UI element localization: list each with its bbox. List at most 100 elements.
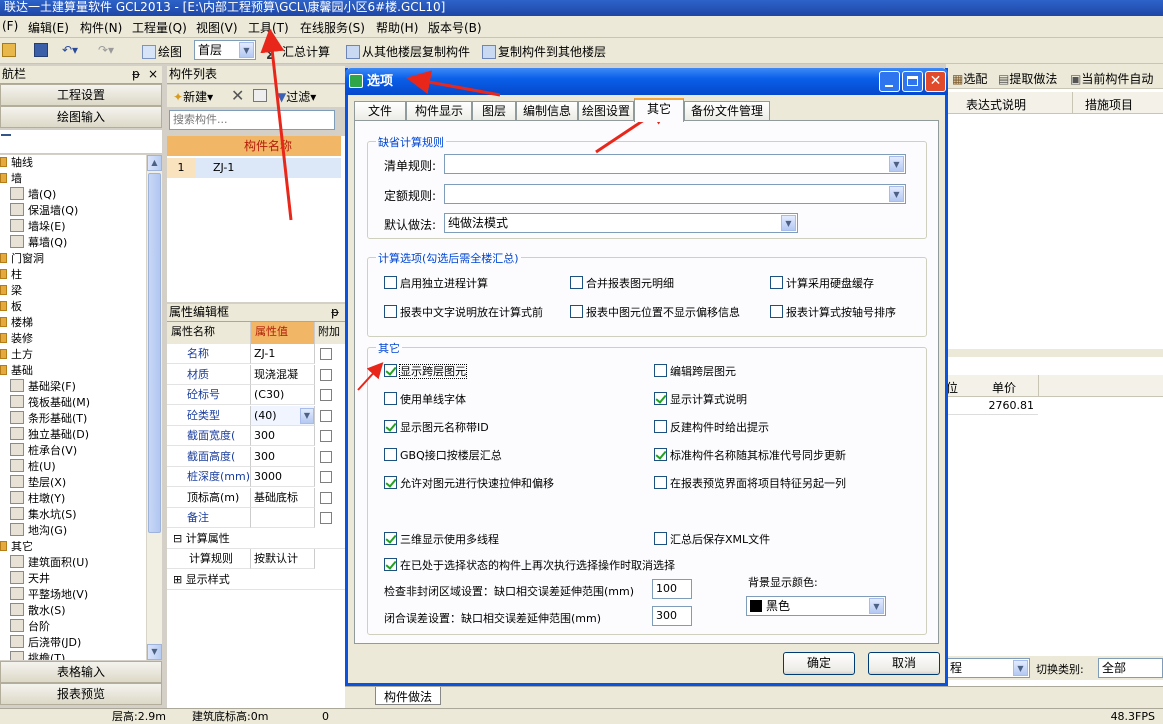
menu-help[interactable]: 帮助(H) — [376, 19, 418, 36]
extra-checkbox[interactable] — [320, 389, 332, 401]
tree-item[interactable]: 垫层(X) — [10, 475, 66, 491]
extra-checkbox[interactable] — [320, 348, 332, 360]
checkbox-checked[interactable] — [384, 420, 397, 433]
option-checkbox[interactable]: 显示图元名称带ID — [384, 420, 489, 435]
tab-component-method[interactable]: 构件做法 — [375, 687, 442, 705]
tree-item[interactable]: 基础梁(F) — [10, 379, 76, 395]
sum-calc-button[interactable]: Σ 汇总计算 — [266, 43, 330, 62]
copy-from-floors-button[interactable]: 从其他楼层复制构件 — [346, 43, 470, 60]
new-component-button[interactable]: ✦新建▾ — [173, 88, 213, 105]
list-rule-select[interactable]: ▼ — [444, 154, 906, 174]
checkbox-unchecked[interactable] — [384, 276, 397, 289]
tree-item[interactable]: 墙(Q) — [10, 187, 56, 203]
checkbox-unchecked[interactable] — [384, 448, 397, 461]
extra-checkbox[interactable] — [320, 450, 332, 463]
tree-item[interactable]: 轴线 — [0, 155, 33, 171]
extra-checkbox[interactable] — [320, 409, 332, 422]
checkbox-unchecked[interactable] — [654, 476, 667, 489]
checkbox-unchecked[interactable] — [570, 305, 583, 318]
property-value[interactable]: (C30) — [251, 385, 315, 405]
checkbox-unchecked[interactable] — [654, 364, 667, 377]
property-value[interactable]: 3000 — [251, 467, 315, 487]
bg-color-select[interactable]: 黑色 ▼ — [746, 596, 886, 616]
open-icon[interactable] — [2, 43, 18, 57]
tree-item[interactable]: 平整场地(V) — [10, 587, 88, 603]
menu-edit[interactable]: 编辑(E) — [28, 19, 69, 36]
option-checkbox[interactable]: 显示计算式说明 — [654, 392, 747, 407]
draw-button[interactable]: 绘图 — [142, 43, 182, 60]
option-checkbox[interactable]: 汇总后保存XML文件 — [654, 532, 770, 547]
option-checkbox[interactable]: 在已处于选择状态的构件上再次执行选择操作时取消选择 — [384, 558, 675, 573]
tree-item[interactable]: 墙垛(E) — [10, 219, 66, 235]
property-section[interactable]: ⊟ 计算属性 — [167, 529, 345, 549]
extra-checkbox[interactable] — [320, 471, 332, 483]
tab-compile-info[interactable]: 编制信息 — [516, 101, 578, 121]
checkbox-checked[interactable] — [384, 558, 397, 571]
tab-backup-management[interactable]: 备份文件管理 — [684, 101, 770, 121]
extra-checkbox[interactable] — [320, 430, 332, 442]
checkbox-unchecked[interactable] — [654, 420, 667, 433]
checkbox-checked[interactable] — [384, 532, 397, 545]
scroll-thumb[interactable] — [148, 173, 161, 533]
extra-checkbox[interactable] — [320, 512, 332, 524]
option-checkbox[interactable]: 允许对图元进行快速拉伸和偏移 — [384, 476, 554, 491]
maximize-icon[interactable] — [902, 71, 923, 92]
delete-icon[interactable]: ✕ — [231, 86, 244, 105]
option-checkbox[interactable]: 反建构件时给出提示 — [654, 420, 769, 435]
copy-component-icon[interactable] — [253, 89, 267, 102]
option-checkbox[interactable]: 报表中图元位置不显示偏移信息 — [570, 305, 740, 320]
tree-item[interactable]: 基础 — [0, 363, 33, 379]
undo-icon[interactable]: ↶▾ — [62, 43, 78, 57]
checkbox-unchecked[interactable] — [770, 305, 783, 318]
pin-icon[interactable]: ᵽ — [331, 304, 339, 321]
tree-item[interactable]: 幕墙(Q) — [10, 235, 67, 251]
property-value[interactable]: ZJ-1 — [251, 344, 315, 364]
tree-item[interactable]: 墙 — [0, 171, 22, 187]
tree-item[interactable]: 条形基础(T) — [10, 411, 87, 427]
save-icon[interactable] — [34, 43, 50, 57]
extra-checkbox[interactable] — [320, 491, 332, 504]
collapse-icon[interactable] — [1, 134, 11, 136]
tree-item[interactable]: 独立基础(D) — [10, 427, 89, 443]
project-settings-button[interactable]: 工程设置 — [0, 84, 162, 106]
checkbox-unchecked[interactable] — [770, 276, 783, 289]
tree-item[interactable]: 梁 — [0, 283, 22, 299]
checkbox-unchecked[interactable] — [570, 276, 583, 289]
tab-component-display[interactable]: 构件显示 — [406, 101, 472, 121]
checkbox-unchecked[interactable] — [384, 305, 397, 318]
dialog-titlebar[interactable]: 选项 ✕ — [345, 68, 948, 95]
tab-layers[interactable]: 图层 — [472, 101, 516, 121]
close-icon[interactable]: ✕ — [925, 71, 946, 92]
chevron-down-icon[interactable]: ▼ — [300, 407, 314, 424]
option-checkbox[interactable]: 显示跨层图元 — [384, 364, 467, 379]
minimize-icon[interactable] — [879, 71, 900, 92]
property-value[interactable]: 300 — [251, 446, 315, 467]
table-input-button[interactable]: 表格输入 — [0, 661, 162, 683]
close-error-input[interactable]: 300 — [652, 606, 692, 626]
option-checkbox[interactable]: 标准构件名称随其标准代号同步更新 — [654, 448, 846, 463]
redo-icon[interactable]: ↷▾ — [98, 43, 114, 57]
filter-button[interactable]: ▼过滤▾ — [277, 88, 316, 105]
drawing-input-button[interactable]: 绘图输入 — [0, 106, 162, 128]
checkbox-checked[interactable] — [384, 364, 397, 377]
tree-item[interactable]: 散水(S) — [10, 603, 66, 619]
splitter[interactable] — [946, 349, 1163, 357]
option-checkbox[interactable]: 使用单线字体 — [384, 392, 466, 407]
tree-item[interactable]: 装修 — [0, 331, 33, 347]
menu-view[interactable]: 视图(V) — [196, 19, 238, 36]
tree-item[interactable]: 土方 — [0, 347, 33, 363]
menu-online-service[interactable]: 在线服务(S) — [300, 19, 365, 36]
ok-button[interactable]: 确定 — [783, 652, 855, 675]
tree-item[interactable]: 桩(U) — [10, 459, 56, 475]
tree-item[interactable]: 桩承台(V) — [10, 443, 77, 459]
extra-checkbox[interactable] — [320, 368, 332, 381]
option-checkbox[interactable]: 计算采用硬盘缓存 — [770, 276, 874, 291]
tree-item[interactable]: 集水坑(S) — [10, 507, 77, 523]
copy-to-floors-button[interactable]: 复制构件到其他楼层 — [482, 43, 606, 60]
component-search-input[interactable]: 搜索构件... — [169, 110, 335, 130]
quota-rule-select[interactable]: ▼ — [444, 184, 906, 204]
property-value[interactable]: 300 — [251, 426, 315, 446]
component-row[interactable]: ZJ-1 — [195, 158, 341, 178]
tree-item[interactable]: 挑檐(T) — [10, 651, 65, 660]
tree-item[interactable]: 建筑面积(U) — [10, 555, 89, 571]
